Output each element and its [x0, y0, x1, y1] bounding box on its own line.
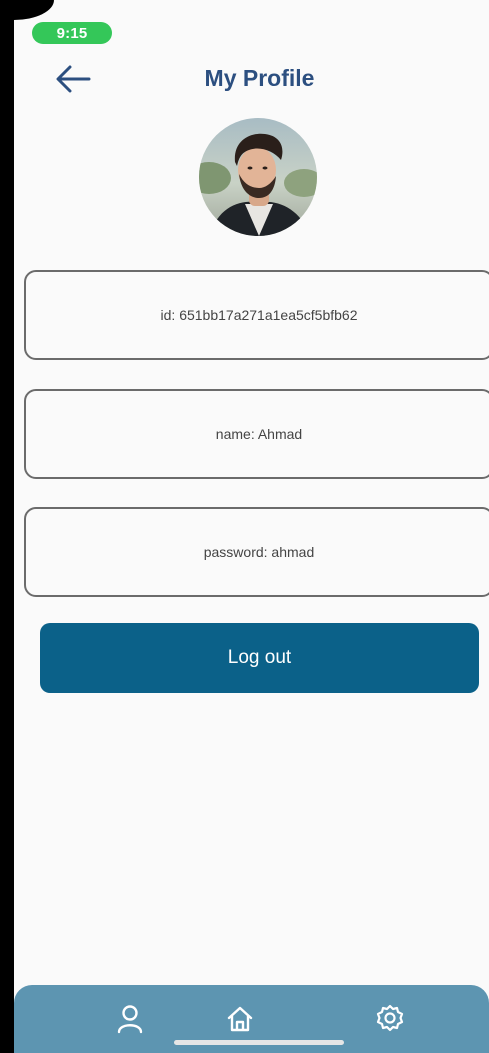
id-field[interactable]: id: 651bb17a271a1ea5cf5bfb62 [24, 270, 489, 360]
avatar [199, 118, 317, 236]
password-field-text: password: ahmad [203, 544, 315, 560]
tab-settings[interactable] [360, 985, 420, 1053]
status-time: 9:15 [56, 24, 88, 42]
home-icon [227, 1006, 253, 1032]
name-field-text: name: Ahmad [215, 426, 303, 442]
status-time-pill: 9:15 [32, 22, 112, 44]
gear-icon [376, 1004, 404, 1032]
logout-button-label: Log out [227, 647, 292, 668]
user-icon [117, 1005, 143, 1034]
avatar-image [199, 118, 317, 236]
name-field[interactable]: name: Ahmad [24, 389, 489, 479]
password-field[interactable]: password: ahmad [24, 507, 489, 597]
tab-profile[interactable] [100, 985, 160, 1053]
home-indicator [174, 1040, 344, 1045]
id-field-text: id: 651bb17a271a1ea5cf5bfb62 [160, 307, 358, 323]
page-title: My Profile [204, 65, 315, 91]
logout-button[interactable]: Log out [40, 623, 479, 693]
